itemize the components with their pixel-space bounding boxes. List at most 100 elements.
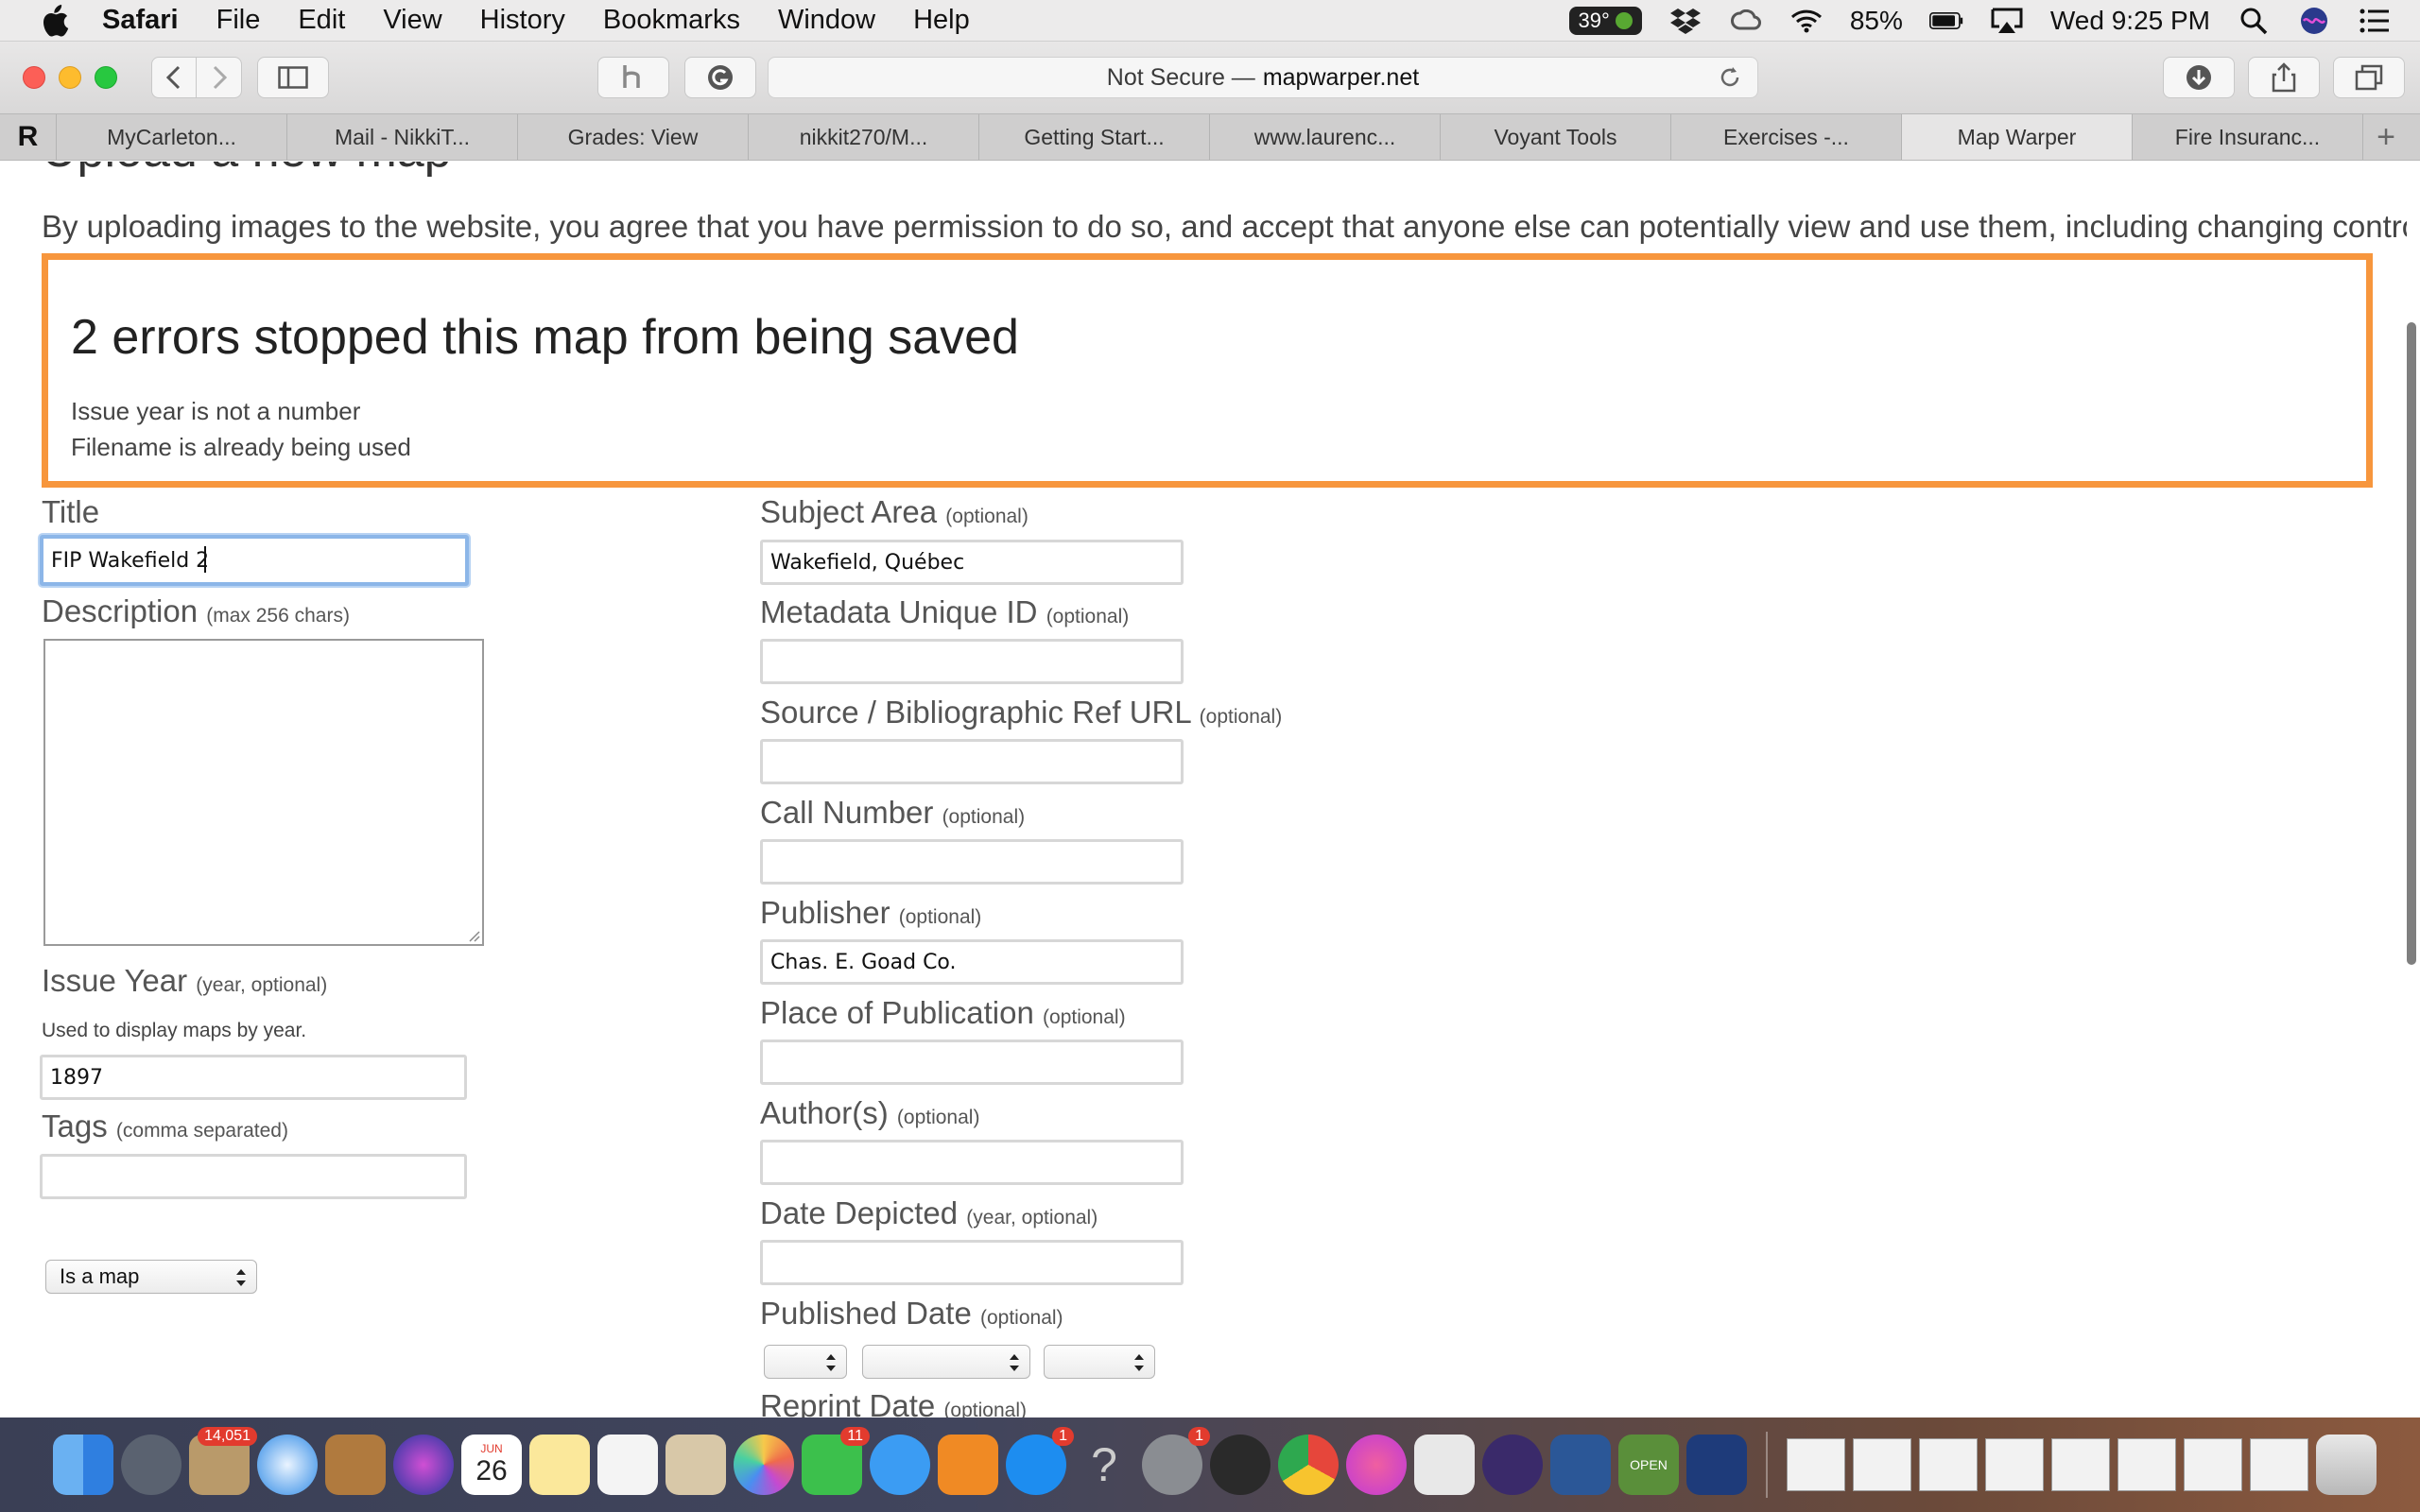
share-button[interactable] <box>2248 57 2320 98</box>
dock-document-thumbnail[interactable] <box>1853 1438 1911 1491</box>
dock-document-thumbnail[interactable] <box>2250 1438 2308 1491</box>
grammarly-extension-button[interactable] <box>684 57 756 98</box>
reminders-icon[interactable] <box>597 1435 658 1495</box>
map-type-select[interactable]: Is a map <box>45 1260 257 1294</box>
airplay-icon[interactable] <box>1990 7 2024 35</box>
menu-history[interactable]: History <box>480 5 565 36</box>
place-of-publication-input[interactable] <box>760 1040 1184 1085</box>
tags-input[interactable] <box>40 1154 467 1199</box>
calendar-icon[interactable]: JUN 26 <box>461 1435 522 1495</box>
publisher-input[interactable]: Chas. E. Goad Co. <box>760 939 1184 985</box>
ant-app-icon[interactable] <box>1686 1435 1747 1495</box>
trash-icon[interactable] <box>2316 1435 2377 1495</box>
share-icon <box>2272 62 2296 93</box>
minimize-window-button[interactable] <box>59 66 81 89</box>
app-store-icon[interactable]: 1 <box>1006 1427 1074 1495</box>
tab-laurenc[interactable]: www.laurenc... <box>1210 114 1441 160</box>
call-number-input[interactable] <box>760 839 1184 885</box>
itunes-icon[interactable] <box>1346 1435 1407 1495</box>
authors-input[interactable] <box>760 1140 1184 1185</box>
source-url-input[interactable] <box>760 739 1184 784</box>
contacts-icon[interactable] <box>325 1435 386 1495</box>
photos-icon[interactable] <box>734 1435 794 1495</box>
siri-icon[interactable] <box>2297 7 2331 35</box>
help-question-icon[interactable]: ? <box>1074 1435 1134 1495</box>
word-icon[interactable] <box>1550 1435 1611 1495</box>
zoom-window-button[interactable] <box>95 66 117 89</box>
dock-document-thumbnail[interactable] <box>1985 1438 2044 1491</box>
published-date-day-select[interactable] <box>764 1345 847 1379</box>
notes-icon[interactable] <box>529 1435 590 1495</box>
place-of-publication-label: Place of Publication (optional) <box>760 995 1126 1031</box>
dock-document-thumbnail[interactable] <box>2051 1438 2110 1491</box>
tab-grades[interactable]: Grades: View <box>518 114 749 160</box>
phi-app-icon[interactable] <box>1482 1435 1543 1495</box>
notification-center-icon[interactable] <box>2358 7 2392 35</box>
creative-cloud-icon[interactable] <box>1729 7 1763 35</box>
dropbox-icon[interactable] <box>1668 7 1703 35</box>
menu-bookmarks[interactable]: Bookmarks <box>603 5 740 36</box>
tab-voyant-tools[interactable]: Voyant Tools <box>1441 114 1671 160</box>
page-scrollbar[interactable] <box>2407 162 2416 1418</box>
dock-document-thumbnail[interactable] <box>2184 1438 2242 1491</box>
metadata-id-input[interactable] <box>760 639 1184 684</box>
new-tab-button[interactable]: + <box>2363 114 2409 160</box>
error-title: 2 errors stopped this map from being sav… <box>71 310 1019 365</box>
open-sign-icon[interactable]: OPEN <box>1618 1435 1679 1495</box>
menu-help[interactable]: Help <box>913 5 970 36</box>
back-button[interactable] <box>151 57 197 98</box>
dock-document-thumbnail[interactable] <box>2118 1438 2176 1491</box>
hypothesis-extension-button[interactable] <box>597 57 669 98</box>
ibooks-icon[interactable] <box>938 1435 998 1495</box>
menu-edit[interactable]: Edit <box>298 5 345 36</box>
dock-document-thumbnail[interactable] <box>1787 1438 1845 1491</box>
mail-stamp-icon[interactable]: 14,051 <box>189 1427 257 1495</box>
tab-fire-insurance[interactable]: Fire Insuranc... <box>2133 114 2363 160</box>
pinned-tab-r[interactable]: R <box>0 114 57 160</box>
tab-getting-started[interactable]: Getting Start... <box>979 114 1210 160</box>
issue-year-input[interactable]: 1897 <box>40 1055 467 1100</box>
finder-icon[interactable] <box>53 1435 113 1495</box>
resize-handle-icon[interactable] <box>467 929 480 942</box>
date-depicted-input[interactable] <box>760 1240 1184 1285</box>
chrome-icon[interactable] <box>1278 1435 1339 1495</box>
messages-icon[interactable] <box>870 1435 930 1495</box>
tab-github[interactable]: nikkit270/M... <box>749 114 979 160</box>
menu-window[interactable]: Window <box>778 5 875 36</box>
reload-icon[interactable] <box>1718 65 1742 96</box>
clock[interactable]: Wed 9:25 PM <box>2050 6 2210 36</box>
published-date-year-select[interactable] <box>1044 1345 1155 1379</box>
preview-icon[interactable] <box>666 1435 726 1495</box>
textedit-icon[interactable] <box>1414 1435 1475 1495</box>
scrollbar-thumb[interactable] <box>2407 322 2416 965</box>
launchpad-icon[interactable] <box>121 1435 182 1495</box>
facetime-icon[interactable]: 11 <box>802 1427 870 1495</box>
close-window-button[interactable] <box>23 66 45 89</box>
siri-dock-icon[interactable] <box>393 1435 454 1495</box>
battery-icon[interactable] <box>1928 7 1963 35</box>
menu-view[interactable]: View <box>383 5 441 36</box>
menu-file[interactable]: File <box>216 5 261 36</box>
spotlight-search-icon[interactable] <box>2237 7 2271 35</box>
forward-button[interactable] <box>197 57 242 98</box>
temperature-widget[interactable]: 39° <box>1568 7 1642 35</box>
quicktime-icon[interactable] <box>1210 1435 1270 1495</box>
published-date-month-select[interactable] <box>862 1345 1030 1379</box>
tab-exercises[interactable]: Exercises -... <box>1671 114 1902 160</box>
menu-app-name[interactable]: Safari <box>102 5 179 36</box>
address-bar[interactable]: Not Secure — mapwarper.net <box>768 57 1758 98</box>
subject-area-input[interactable]: Wakefield, Québec <box>760 540 1184 585</box>
tab-map-warper[interactable]: Map Warper <box>1902 114 2133 160</box>
dock-document-thumbnail[interactable] <box>1919 1438 1978 1491</box>
safari-icon[interactable] <box>257 1435 318 1495</box>
wifi-icon[interactable] <box>1789 7 1824 35</box>
sidebar-toggle-button[interactable] <box>257 57 329 98</box>
apple-menu-icon[interactable] <box>36 0 74 42</box>
tab-mycarleton[interactable]: MyCarleton... <box>57 114 287 160</box>
downloads-button[interactable] <box>2163 57 2235 98</box>
title-input[interactable]: FIP Wakefield 2 <box>40 535 469 586</box>
tab-mail[interactable]: Mail - NikkiT... <box>287 114 518 160</box>
tab-overview-button[interactable] <box>2333 57 2405 98</box>
system-preferences-icon[interactable]: 1 <box>1142 1427 1210 1495</box>
description-textarea[interactable] <box>43 639 484 946</box>
